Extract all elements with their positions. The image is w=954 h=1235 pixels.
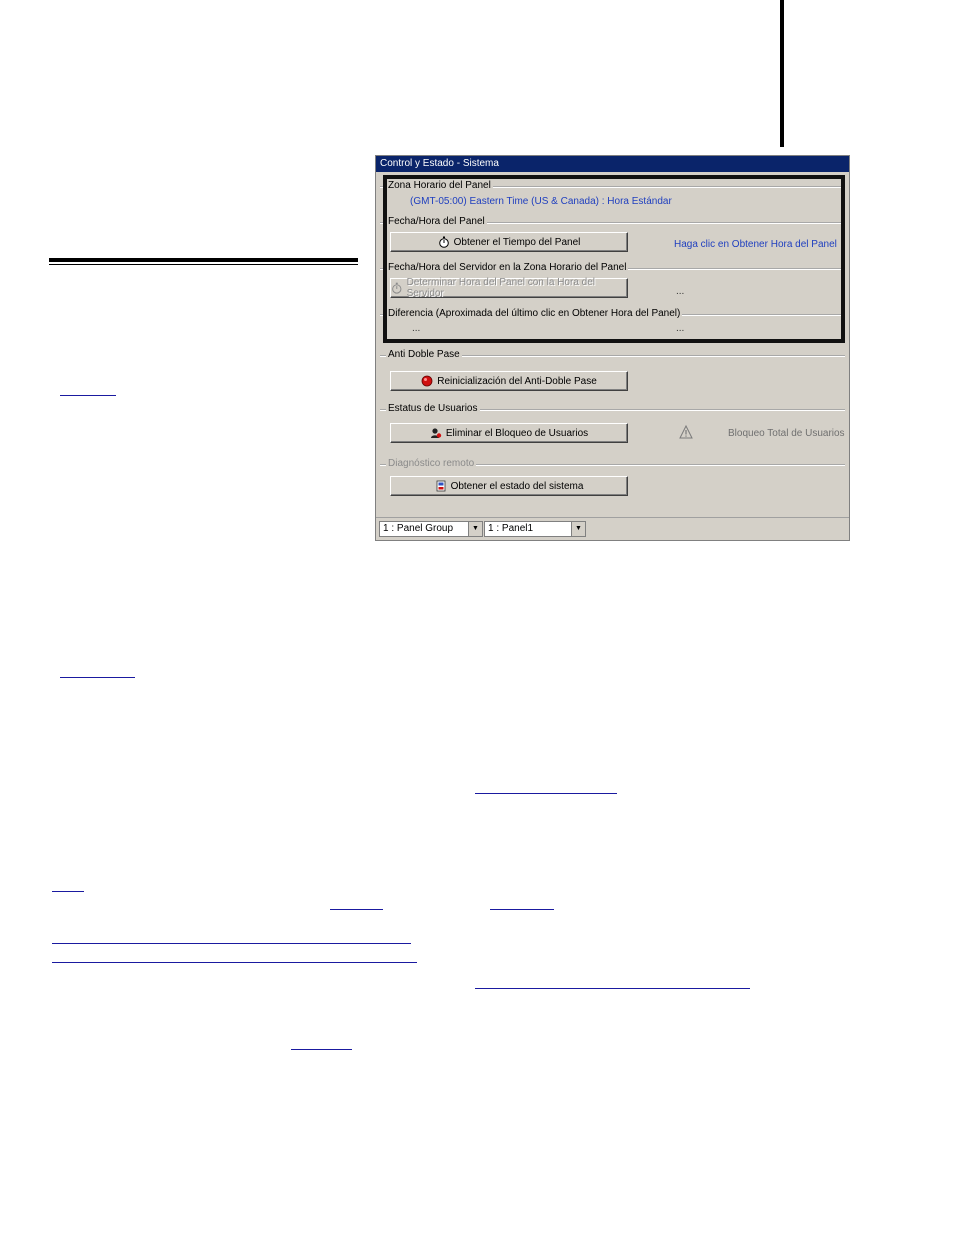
group-label: Zona Horario del Panel <box>386 180 493 192</box>
status-bar: 1 : Panel Group ▼ 1 : Panel1 ▼ <box>376 517 849 540</box>
group-diferencia: Diferencia (Aproximada del último clic e… <box>380 308 845 320</box>
page-vertical-rule <box>780 0 784 147</box>
group-fecha-hora-panel: Fecha/Hora del Panel <box>380 216 845 228</box>
reset-anti-passback-button[interactable]: Reinicialización del Anti-Doble Pase <box>390 371 628 391</box>
link-underline[interactable] <box>52 943 411 944</box>
section-rule <box>49 258 358 262</box>
section-rule-thin <box>49 264 358 265</box>
timezone-value: (GMT-05:00) Eastern Time (US & Canada) :… <box>410 196 672 207</box>
difference-value-left: ... <box>412 323 421 334</box>
set-panel-time-from-server-button[interactable]: Determinar Hora del Panel con la Hora de… <box>390 277 628 299</box>
window-title: Control y Estado - Sistema <box>376 156 849 172</box>
user-lockout-status: Bloqueo Total de Usuarios <box>728 428 845 439</box>
get-panel-time-button[interactable]: Obtener el Tiempo del Panel <box>390 232 628 252</box>
panel-time-hint: Haga clic en Obtener Hora del Panel <box>674 239 837 250</box>
group-label: Estatus de Usuarios <box>386 403 480 415</box>
button-label: Obtener el Tiempo del Panel <box>453 236 581 248</box>
group-label: Diferencia (Aproximada del último clic e… <box>386 308 683 320</box>
button-label: Reinicialización del Anti-Doble Pase <box>437 375 597 387</box>
group-fecha-hora-servidor: Fecha/Hora del Servidor en la Zona Horar… <box>380 262 845 274</box>
group-label: Diagnóstico remoto <box>386 458 477 470</box>
difference-value-right: ... <box>676 323 685 334</box>
group-label: Fecha/Hora del Servidor en la Zona Horar… <box>386 262 629 274</box>
chevron-down-icon[interactable]: ▼ <box>468 522 482 536</box>
red-circle-icon <box>421 375 433 387</box>
link-underline[interactable] <box>291 1049 352 1050</box>
chevron-down-icon[interactable]: ▼ <box>571 522 585 536</box>
button-label: Eliminar el Bloqueo de Usuarios <box>445 427 589 439</box>
server-time-value: ... <box>676 286 685 297</box>
link-underline[interactable] <box>475 988 750 989</box>
control-estado-window: Control y Estado - Sistema Zona Horario … <box>375 155 850 541</box>
get-system-status-button[interactable]: Obtener el estado del sistema <box>390 476 628 496</box>
user-unlock-icon <box>430 428 442 438</box>
link-underline[interactable] <box>490 909 554 910</box>
link-underline[interactable] <box>475 793 617 794</box>
group-label: Anti Doble Pase <box>386 349 462 361</box>
diagnostic-icon <box>436 480 445 492</box>
group-anti-doble-pase: Anti Doble Pase <box>380 349 845 361</box>
stopwatch-icon <box>392 282 402 294</box>
remove-user-lockout-button[interactable]: Eliminar el Bloqueo de Usuarios <box>390 423 628 443</box>
group-label: Fecha/Hora del Panel <box>386 216 487 228</box>
button-label: Determinar Hora del Panel con la Hora de… <box>406 277 596 299</box>
stopwatch-icon <box>438 236 449 248</box>
panel-group-select[interactable]: 1 : Panel Group ▼ <box>379 521 483 537</box>
panel-group-value: 1 : Panel Group <box>383 523 454 534</box>
button-label: Obtener el estado del sistema <box>450 480 584 492</box>
panel-select[interactable]: 1 : Panel1 ▼ <box>484 521 586 537</box>
link-underline[interactable] <box>60 677 135 678</box>
link-underline[interactable] <box>330 909 383 910</box>
warning-icon <box>679 425 693 439</box>
link-underline[interactable] <box>60 395 116 396</box>
group-zona-horaria: Zona Horario del Panel <box>380 180 845 192</box>
link-underline[interactable] <box>52 962 417 963</box>
panel-value: 1 : Panel1 <box>488 523 534 534</box>
group-diagnostico-remoto: Diagnóstico remoto <box>380 458 845 470</box>
link-underline[interactable] <box>52 891 84 892</box>
group-estatus-usuarios: Estatus de Usuarios <box>380 403 845 415</box>
